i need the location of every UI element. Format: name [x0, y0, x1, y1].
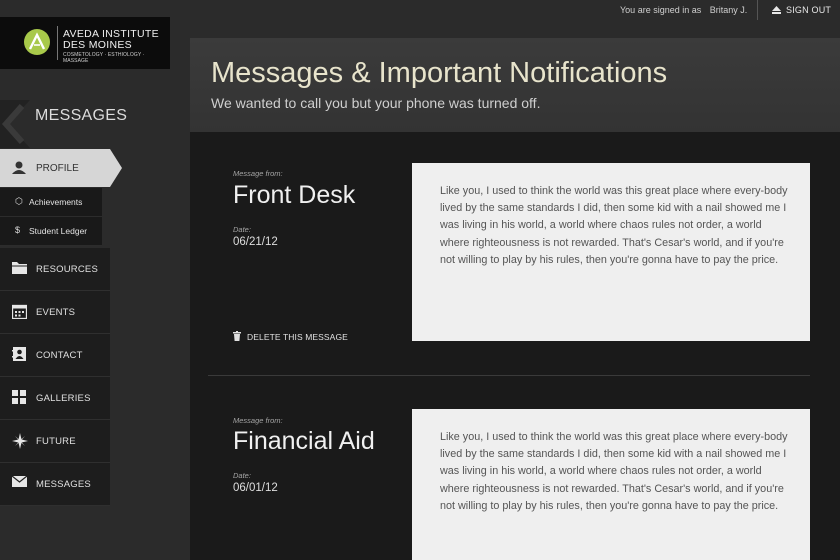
grid-icon	[12, 390, 26, 404]
message-body-box: Like you, I used to think the world was …	[412, 163, 810, 341]
sidebar-item-messages[interactable]: MESSAGES	[0, 463, 110, 506]
message-date: 06/21/12	[233, 236, 278, 248]
sidebar-item-contact[interactable]: CONTACT	[0, 334, 110, 377]
message-divider	[208, 375, 810, 376]
topbar-divider	[757, 0, 758, 20]
sidebar-item-future[interactable]: FUTURE	[0, 420, 110, 463]
trash-icon	[233, 331, 241, 341]
sidebar-subitem-achievements[interactable]: ⬡ Achievements	[0, 188, 102, 217]
logo[interactable]: AVEDA INSTITUTE DES MOINES COSMETOLOGY ·…	[0, 17, 170, 69]
user-icon	[12, 161, 26, 174]
message-body-box: Like you, I used to think the world was …	[412, 409, 810, 560]
envelope-icon	[12, 476, 27, 487]
page-subtitle: We wanted to call you but your phone was…	[211, 95, 541, 111]
sidebar-item-label: PROFILE	[36, 163, 79, 174]
sidebar-item-label: MESSAGES	[36, 479, 91, 490]
section-decoration-chevron	[0, 100, 30, 148]
message-body: Like you, I used to think the world was …	[440, 185, 788, 266]
message-sender: Financial Aid	[233, 427, 375, 455]
logo-line-3: COSMETOLOGY · ESTHIOLOGY · MASSAGE	[63, 52, 145, 64]
signed-in-status: You are signed in as Britany J.	[620, 5, 747, 15]
message-date: 06/01/12	[233, 482, 278, 494]
delete-message-label: DELETE THIS MESSAGE	[247, 332, 348, 342]
hexagon-icon: ⬡	[15, 196, 23, 206]
section-title: MESSAGES	[35, 107, 128, 124]
signed-in-user: Britany J.	[709, 5, 748, 15]
sidebar-item-galleries[interactable]: GALLERIES	[0, 377, 110, 420]
delete-message-button[interactable]: DELETE THIS MESSAGE	[233, 331, 348, 342]
calendar-icon	[12, 304, 27, 319]
folder-icon	[12, 262, 27, 274]
signed-in-text: You are signed in as	[620, 5, 702, 15]
sidebar-item-label: GALLERIES	[36, 393, 91, 404]
sidebar-item-label: FUTURE	[36, 436, 76, 447]
sidebar-subitem-label: Student Ledger	[29, 226, 88, 236]
contact-card-icon	[12, 347, 26, 361]
sidebar-item-label: EVENTS	[36, 307, 76, 318]
sidebar-item-label: RESOURCES	[36, 264, 98, 275]
dollar-icon: $	[15, 225, 21, 235]
sign-out-button[interactable]: SIGN OUT	[772, 5, 831, 15]
messages-list: Message from: Front Desk Date: 06/21/12 …	[190, 132, 840, 560]
eject-icon	[772, 6, 781, 14]
page-header: Messages & Important Notifications We wa…	[190, 38, 840, 132]
message-from-label: Message from:	[233, 169, 283, 178]
page-title: Messages & Important Notifications	[211, 57, 668, 89]
compass-icon	[12, 433, 28, 449]
message-sender: Front Desk	[233, 181, 356, 209]
sign-out-label: SIGN OUT	[786, 5, 832, 15]
sidebar-subitem-label: Achievements	[29, 197, 83, 207]
sidebar-item-label: CONTACT	[36, 350, 83, 361]
sidebar-item-resources[interactable]: RESOURCES	[0, 248, 110, 291]
sidebar-item-events[interactable]: EVENTS	[0, 291, 110, 334]
sidebar-item-profile[interactable]: PROFILE	[0, 149, 122, 187]
sidebar-subitem-student-ledger[interactable]: $ Student Ledger	[0, 217, 102, 246]
logo-separator	[57, 26, 58, 60]
message-body: Like you, I used to think the world was …	[440, 431, 788, 512]
message-date-label: Date:	[233, 471, 251, 480]
message-from-label: Message from:	[233, 416, 283, 425]
logo-line-2: DES MOINES	[63, 39, 132, 51]
message-date-label: Date:	[233, 225, 251, 234]
aveda-logo-icon	[24, 29, 50, 55]
